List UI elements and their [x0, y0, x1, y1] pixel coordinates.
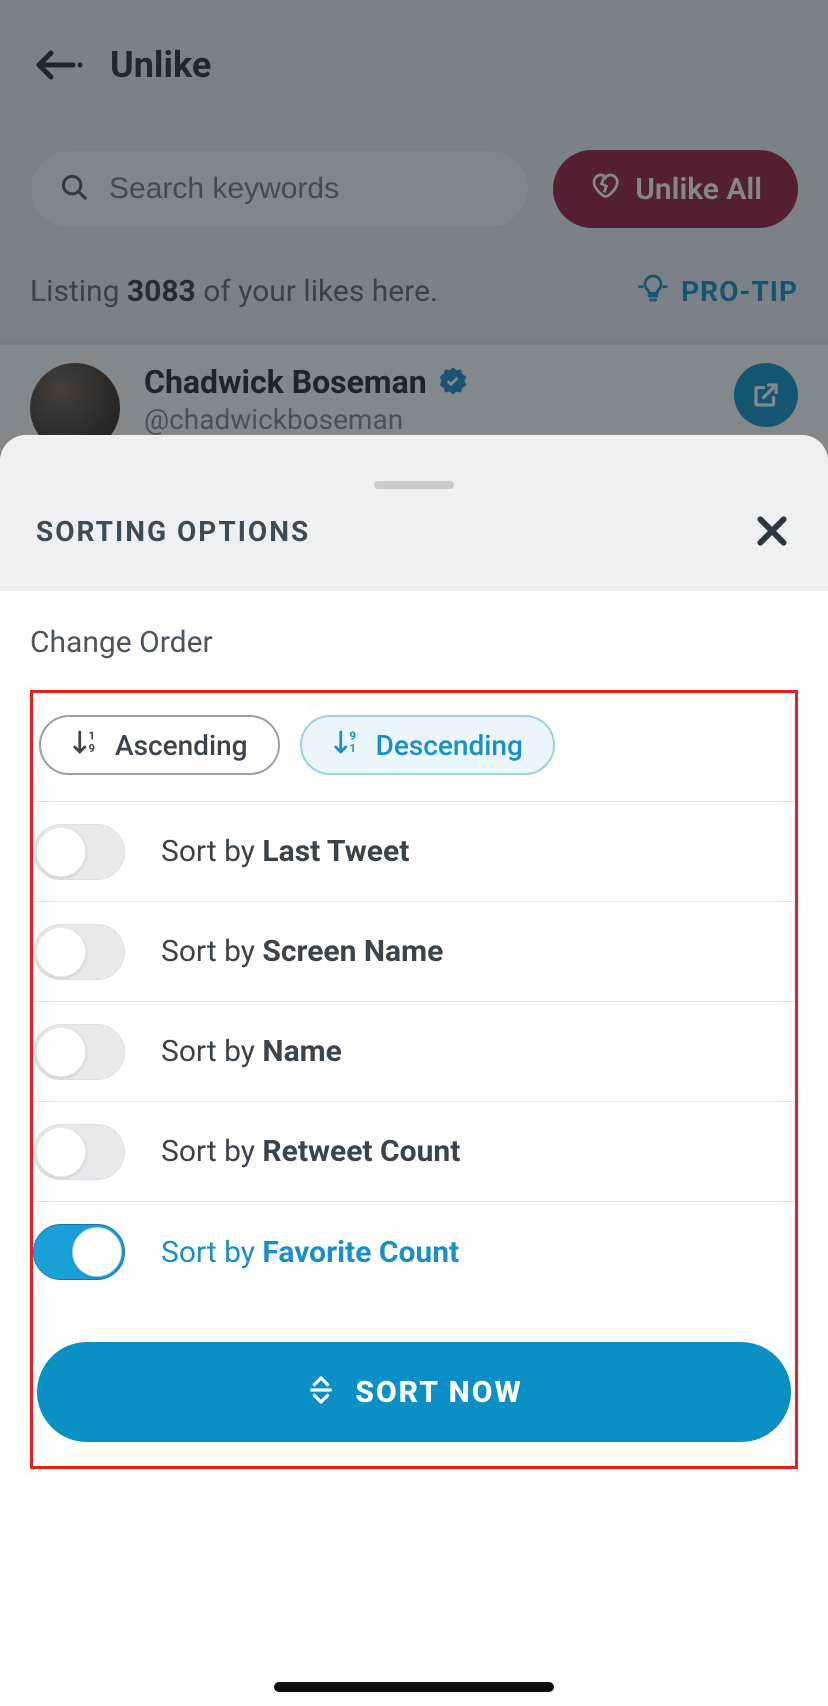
- descending-label: Descending: [376, 729, 523, 762]
- sort-option-row: Sort by Retweet Count: [33, 1102, 795, 1202]
- close-icon[interactable]: [752, 511, 792, 551]
- sort-option-label: Sort by Name: [161, 1034, 342, 1069]
- sort-option-label: Sort by Screen Name: [161, 934, 443, 969]
- descending-pill[interactable]: 9 1 Descending: [300, 715, 555, 775]
- sort-desc-icon: 9 1: [332, 727, 362, 764]
- home-indicator: [274, 1682, 554, 1692]
- sort-option-toggle[interactable]: [33, 1024, 125, 1080]
- change-order-label: Change Order: [30, 625, 798, 660]
- sort-option-toggle[interactable]: [33, 824, 125, 880]
- svg-text:1: 1: [89, 729, 95, 742]
- sort-asc-icon: 1 9: [71, 727, 101, 764]
- svg-text:9: 9: [89, 742, 95, 755]
- sheet-title: SORTING OPTIONS: [36, 515, 310, 548]
- sort-option-toggle[interactable]: [33, 1224, 125, 1280]
- svg-text:9: 9: [349, 729, 355, 742]
- sort-now-button[interactable]: SORT NOW: [37, 1342, 791, 1442]
- sort-now-label: SORT NOW: [355, 1375, 522, 1410]
- tutorial-highlight-box: 1 9 Ascending 9 1: [30, 690, 798, 1469]
- sheet-drag-handle[interactable]: [374, 481, 454, 489]
- sort-option-row: Sort by Screen Name: [33, 902, 795, 1002]
- ascending-pill[interactable]: 1 9 Ascending: [39, 715, 280, 775]
- sort-option-label: Sort by Favorite Count: [161, 1235, 459, 1270]
- ascending-label: Ascending: [115, 729, 248, 762]
- sort-option-row: Sort by Last Tweet: [33, 802, 795, 902]
- sort-option-label: Sort by Last Tweet: [161, 834, 409, 869]
- sort-option-row: Sort by Name: [33, 1002, 795, 1102]
- svg-text:1: 1: [349, 742, 355, 755]
- sort-option-row: Sort by Favorite Count: [33, 1202, 795, 1302]
- sorting-options-sheet: SORTING OPTIONS Change Order: [0, 435, 828, 1706]
- sort-option-toggle[interactable]: [33, 1124, 125, 1180]
- sort-option-label: Sort by Retweet Count: [161, 1134, 460, 1169]
- sort-option-toggle[interactable]: [33, 924, 125, 980]
- sort-icon: [305, 1374, 337, 1410]
